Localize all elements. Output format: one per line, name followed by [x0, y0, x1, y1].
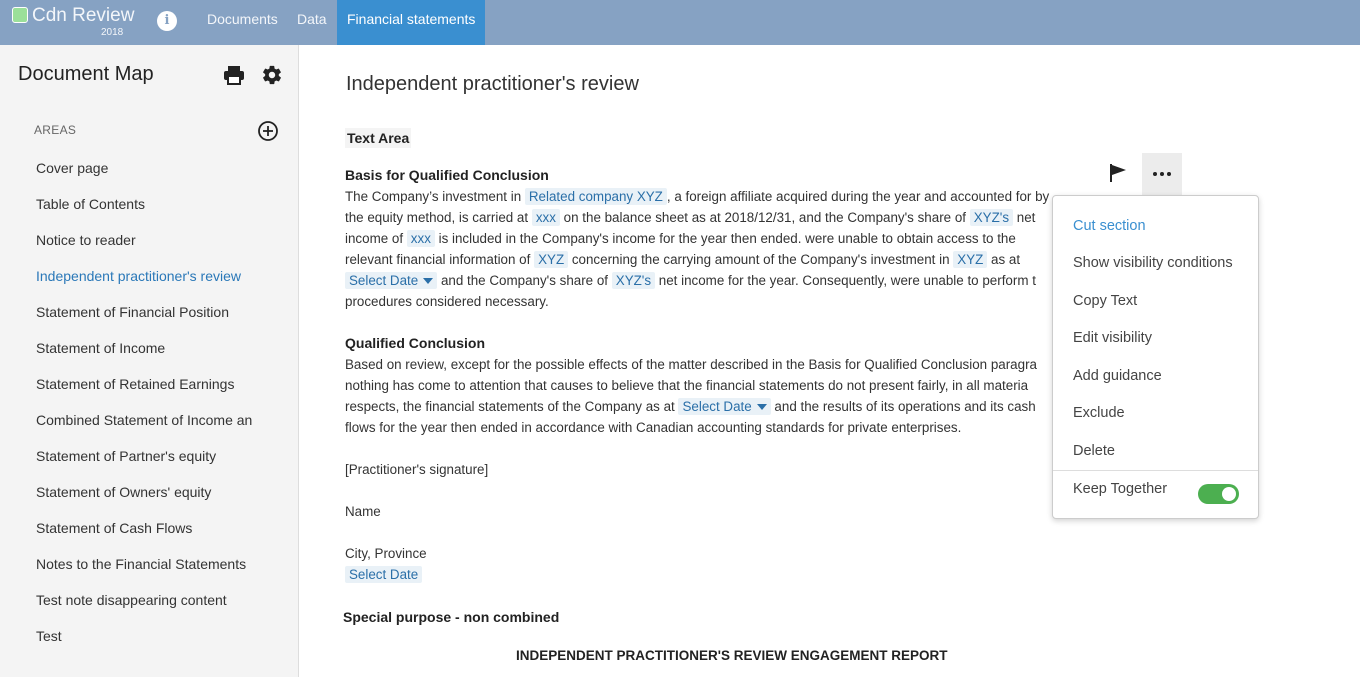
sidebar-item-notice-to-reader[interactable]: Notice to reader — [36, 222, 276, 258]
sidebar-item-table-of-contents[interactable]: Table of Contents — [36, 186, 276, 222]
select-date-dropdown[interactable]: Select Date — [345, 272, 438, 289]
area-list: Cover page Table of Contents Notice to r… — [36, 150, 276, 654]
sidebar-item-cover-page[interactable]: Cover page — [36, 150, 276, 186]
tab-financial-statements[interactable]: Financial statements — [337, 0, 486, 45]
add-area-icon[interactable] — [257, 120, 279, 142]
dropdown-caret-icon — [423, 278, 434, 285]
select-date-dropdown-2[interactable]: Select Date — [678, 398, 771, 415]
tab-documents[interactable]: Documents — [207, 0, 278, 45]
dropdown-caret-icon — [756, 404, 767, 411]
sidebar-item-notes-to-financial-statements[interactable]: Notes to the Financial Statements — [36, 546, 276, 582]
qualified-paragraph[interactable]: Qualified Conclusion Based on review, ex… — [345, 333, 1065, 438]
qualified-heading: Qualified Conclusion — [345, 335, 486, 351]
top-bar: Cdn Review 2018 i Documents Data Financi… — [0, 0, 1360, 45]
areas-label: AREAS — [34, 123, 77, 137]
sidebar-item-independent-practitioners-review[interactable]: Independent practitioner's review — [36, 258, 276, 294]
share-field[interactable]: XYZ's — [611, 272, 656, 289]
basis-line-3: income of xxx is included in the Company… — [345, 230, 1016, 247]
app-year: 2018 — [101, 27, 124, 38]
menu-item-edit-visibility[interactable]: Edit visibility — [1073, 330, 1152, 346]
sidebar-item-test[interactable]: Test — [36, 618, 276, 654]
menu-item-show-visibility-conditions[interactable]: Show visibility conditions — [1073, 255, 1233, 271]
qualified-line-4: flows for the year then ended in accorda… — [345, 420, 962, 435]
menu-item-exclude[interactable]: Exclude — [1073, 405, 1125, 421]
income-amount-field[interactable]: xxx — [406, 230, 435, 247]
keep-together-toggle[interactable] — [1198, 484, 1239, 504]
qualified-line-1: Based on review, except for the possible… — [345, 357, 1037, 372]
qualified-line-2: nothing has come to attention that cause… — [345, 378, 1029, 393]
investment-amount-field[interactable]: xxx — [531, 209, 560, 226]
basis-line-6: procedures considered necessary. — [345, 294, 549, 309]
menu-item-add-guidance[interactable]: Add guidance — [1073, 368, 1162, 384]
tab-data[interactable]: Data — [297, 0, 327, 45]
document-map-sidebar: Document Map AREAS Cover page Table of C… — [0, 45, 299, 677]
select-date-field[interactable]: Select Date — [345, 566, 423, 583]
select-date-line: Select Date — [345, 564, 1065, 585]
sidebar-item-statement-of-owners-equity[interactable]: Statement of Owners' equity — [36, 474, 276, 510]
menu-item-copy-text[interactable]: Copy Text — [1073, 293, 1137, 309]
sidebar-item-statement-of-cash-flows[interactable]: Statement of Cash Flows — [36, 510, 276, 546]
sidebar-item-combined-statement-of-income[interactable]: Combined Statement of Income an — [36, 402, 276, 438]
toggle-knob — [1222, 487, 1236, 501]
sidebar-item-statement-of-retained-earnings[interactable]: Statement of Retained Earnings — [36, 366, 276, 402]
info-icon[interactable]: i — [157, 11, 177, 31]
text-area-label: Text Area — [345, 128, 412, 148]
special-purpose-label: Special purpose - non combined — [343, 609, 560, 625]
menu-item-delete[interactable]: Delete — [1073, 443, 1115, 459]
more-options-button[interactable] — [1142, 153, 1182, 195]
app-name: Cdn Review — [32, 5, 135, 26]
basis-line-2: the equity method, is carried at xxx on … — [345, 209, 1036, 226]
sidebar-item-test-note-disappearing-content[interactable]: Test note disappearing content — [36, 582, 276, 618]
basis-line-1: The Company’s investment in Related comp… — [345, 188, 1050, 205]
sidebar-item-statement-of-partners-equity[interactable]: Statement of Partner's equity — [36, 438, 276, 474]
name-line: Name — [345, 504, 381, 519]
flag-icon[interactable] — [1108, 163, 1130, 183]
qualified-line-3: respects, the financial statements of th… — [345, 398, 1036, 415]
keep-together-label: Keep Together — [1073, 481, 1168, 497]
affiliate-field[interactable]: XYZ — [534, 251, 569, 268]
sidebar-item-statement-of-financial-position[interactable]: Statement of Financial Position — [36, 294, 276, 330]
basis-line-4: relevant financial information of XYZ co… — [345, 251, 1021, 268]
print-icon[interactable] — [223, 65, 245, 85]
sidebar-title: Document Map — [18, 63, 154, 85]
basis-heading: Basis for Qualified Conclusion — [345, 167, 549, 183]
basis-paragraph[interactable]: Basis for Qualified Conclusion The Compa… — [345, 165, 1065, 312]
gear-icon[interactable] — [261, 64, 283, 86]
investment-field[interactable]: XYZ — [953, 251, 988, 268]
signature-line: [Practitioner's signature] — [345, 462, 489, 477]
basis-line-5: Select Date and the Company's share of X… — [345, 270, 1065, 291]
report-heading: INDEPENDENT PRACTITIONER'S REVIEW ENGAGE… — [516, 648, 948, 663]
section-context-menu: Cut section Show visibility conditions C… — [1052, 195, 1259, 519]
menu-item-cut-section[interactable]: Cut section — [1073, 218, 1146, 234]
company-share-field[interactable]: XYZ's — [969, 209, 1014, 226]
related-company-field[interactable]: Related company XYZ — [524, 188, 667, 205]
city-line: City, Province — [345, 546, 427, 561]
menu-divider — [1053, 470, 1258, 471]
page-title: Independent practitioner's review — [346, 73, 639, 95]
sidebar-item-statement-of-income[interactable]: Statement of Income — [36, 330, 276, 366]
app-logo-icon — [12, 7, 28, 23]
